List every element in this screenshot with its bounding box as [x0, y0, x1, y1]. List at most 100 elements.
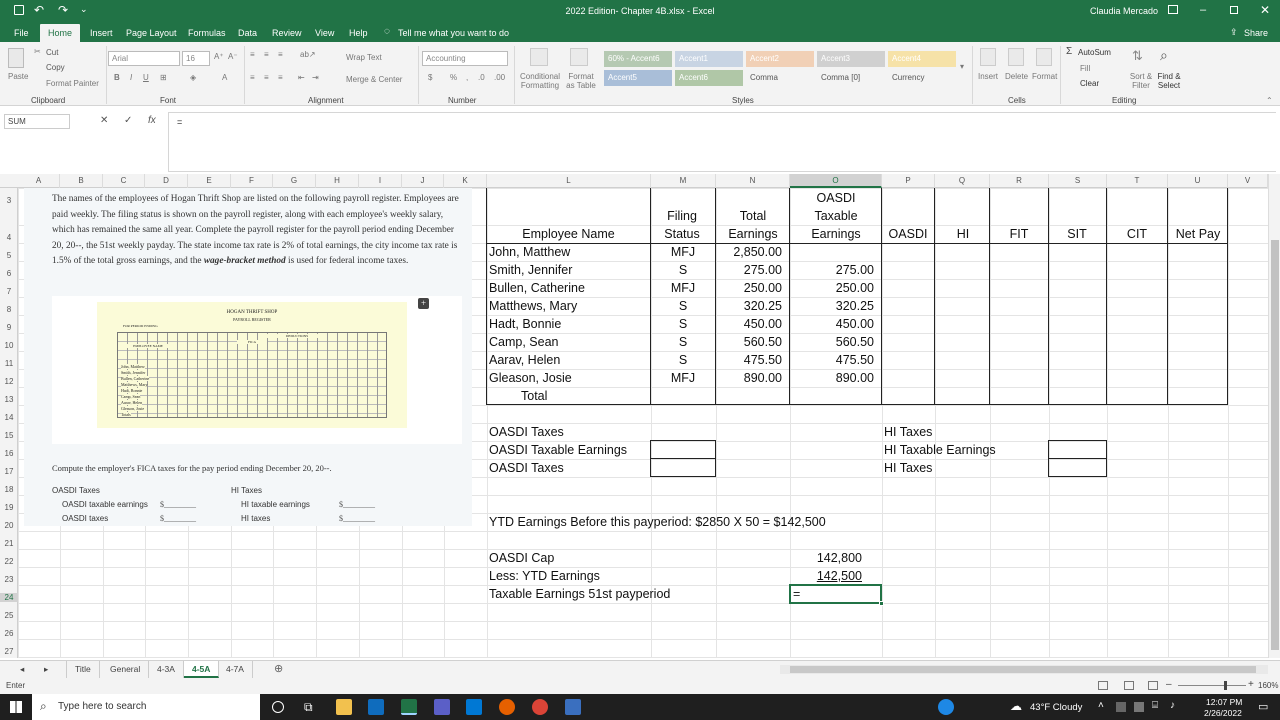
oasdi-taxes-label[interactable]: OASDI Taxes [489, 459, 564, 477]
fill-handle[interactable] [879, 601, 884, 606]
column-header-e[interactable]: E [188, 174, 231, 188]
active-cell-o24[interactable]: = [789, 584, 882, 604]
row-header-10[interactable]: 10 [0, 341, 18, 350]
vertical-scroll-thumb[interactable] [1271, 240, 1279, 650]
less-ytd-value[interactable]: 142,500 [790, 567, 862, 585]
copy-button[interactable]: Copy [46, 63, 65, 72]
row-header-5[interactable]: 5 [0, 251, 18, 260]
collapse-ribbon-icon[interactable]: ⌃ [1266, 96, 1273, 105]
row-header-26[interactable]: 26 [0, 629, 18, 638]
find-select-button[interactable]: Find & Select [1152, 72, 1186, 90]
volume-icon[interactable]: ♪ [1170, 700, 1175, 711]
align-right-icon[interactable]: ≡ [278, 73, 283, 82]
paste-icon[interactable] [8, 48, 24, 68]
style-comma[interactable]: Comma [746, 70, 814, 86]
store-icon[interactable] [565, 699, 581, 715]
styles-more-icon[interactable]: ▾ [960, 62, 964, 71]
percent-icon[interactable]: % [450, 73, 457, 82]
chrome-icon[interactable] [532, 699, 548, 715]
column-header-u[interactable]: U [1168, 174, 1228, 188]
hi-taxes-header[interactable]: HI Taxes [884, 423, 932, 441]
column-header-q[interactable]: Q [935, 174, 990, 188]
cancel-entry-icon[interactable]: ✕ [100, 115, 108, 126]
number-format-select[interactable]: Accounting [422, 51, 508, 66]
scroll-tabs-right-icon[interactable]: ▸ [44, 664, 48, 675]
column-header-f[interactable]: F [231, 174, 273, 188]
outlook-icon[interactable] [368, 699, 384, 715]
comma-icon[interactable]: , [466, 73, 468, 82]
name-box[interactable]: SUM [4, 114, 70, 129]
autosum-button[interactable]: AutoSum [1078, 48, 1111, 57]
column-header-t[interactable]: T [1107, 174, 1168, 188]
user-name[interactable]: Claudia Mercado [1090, 6, 1158, 16]
row-header-18[interactable]: 18 [0, 485, 18, 494]
row-header-7[interactable]: 7 [0, 287, 18, 296]
minimize-icon[interactable]: – [1200, 4, 1206, 16]
firefox-icon[interactable] [499, 699, 515, 715]
column-header-h[interactable]: H [316, 174, 359, 188]
hi-taxes-label[interactable]: HI Taxes [884, 459, 932, 477]
row-header-11[interactable]: 11 [0, 359, 18, 368]
top-align-icon[interactable]: ≡ [250, 50, 255, 59]
tab-page-layout[interactable]: Page Layout [124, 24, 179, 42]
oasdi-taxable-earnings-label[interactable]: OASDI Taxable Earnings [489, 441, 627, 459]
sheet-tab-4-3a[interactable]: 4-3A [149, 661, 184, 678]
tab-home[interactable]: Home [40, 24, 81, 42]
style-comma-0[interactable]: Comma [0] [817, 70, 885, 86]
format-as-table-icon[interactable] [570, 48, 588, 66]
autosum-icon[interactable]: Σ [1066, 46, 1072, 57]
tray-chevron-icon[interactable]: ˄ [1098, 700, 1104, 711]
cut-button[interactable]: Cut [46, 48, 58, 57]
tab-file[interactable]: File [12, 24, 31, 42]
zoom-level[interactable]: 160% [1258, 681, 1278, 690]
decrease-decimal-icon[interactable]: .00 [494, 73, 505, 82]
problem-image[interactable]: The names of the employees of Hogan Thri… [24, 188, 472, 526]
italic-icon[interactable]: I [130, 73, 132, 82]
page-break-view-icon[interactable] [1148, 681, 1158, 690]
excel-taskbar-icon[interactable] [401, 699, 417, 715]
undo-icon[interactable]: ↶ [34, 3, 44, 17]
oasdi-taxable-earnings-input[interactable] [650, 440, 716, 459]
column-header-g[interactable]: G [273, 174, 316, 188]
cortana-icon[interactable] [272, 701, 284, 713]
new-sheet-icon[interactable]: ⊕ [274, 662, 283, 675]
tell-me-search[interactable]: Tell me what you want to do [396, 24, 511, 42]
insert-function-icon[interactable]: fx [148, 115, 156, 126]
less-ytd-label[interactable]: Less: YTD Earnings [489, 567, 600, 585]
bold-icon[interactable]: B [114, 73, 120, 82]
cut-icon[interactable]: ✂ [34, 47, 41, 56]
borders-icon[interactable]: ⊞ [160, 73, 167, 82]
format-cells-button[interactable]: Format [1032, 72, 1057, 81]
style-accent3[interactable]: Accent3 [817, 51, 885, 67]
page-layout-view-icon[interactable] [1124, 681, 1134, 690]
file-explorer-icon[interactable] [336, 699, 352, 715]
row-header-19[interactable]: 19 [0, 503, 18, 512]
style-accent5[interactable]: Accent5 [604, 70, 672, 86]
row-header-23[interactable]: 23 [0, 575, 18, 584]
notifications-icon[interactable]: ▭ [1258, 700, 1268, 713]
zoom-slider[interactable] [1178, 681, 1246, 690]
sheet-tab-4-7a[interactable]: 4-7A [218, 661, 253, 678]
insert-cells-icon[interactable] [980, 48, 996, 66]
conditional-formatting-icon[interactable] [530, 48, 548, 66]
tray-icon-2[interactable] [1134, 702, 1144, 712]
sheet-tab-4-5a[interactable]: 4-5A [184, 661, 220, 678]
clock-time[interactable]: 12:07 PM [1206, 697, 1242, 707]
clear-button[interactable]: Clear [1080, 79, 1099, 88]
horizontal-scroll-thumb[interactable] [790, 666, 1256, 673]
row-header-15[interactable]: 15 [0, 431, 18, 440]
row-header-27[interactable]: 27 [0, 647, 18, 656]
row-header-12[interactable]: 12 [0, 377, 18, 386]
maximize-icon[interactable] [1230, 6, 1238, 14]
column-header-d[interactable]: D [145, 174, 188, 188]
font-size-select[interactable]: 16 [182, 51, 210, 66]
decrease-font-icon[interactable]: A⁻ [228, 52, 238, 61]
row-header-8[interactable]: 8 [0, 305, 18, 314]
oasdi-taxes-header[interactable]: OASDI Taxes [489, 423, 564, 441]
column-header-r[interactable]: R [990, 174, 1049, 188]
format-cells-icon[interactable] [1036, 48, 1052, 66]
column-header-a[interactable]: A [18, 174, 60, 188]
format-as-table-button[interactable]: Format as Table [564, 72, 598, 90]
task-view-icon[interactable]: ⧉ [304, 700, 313, 715]
horizontal-scrollbar[interactable] [780, 665, 1268, 674]
